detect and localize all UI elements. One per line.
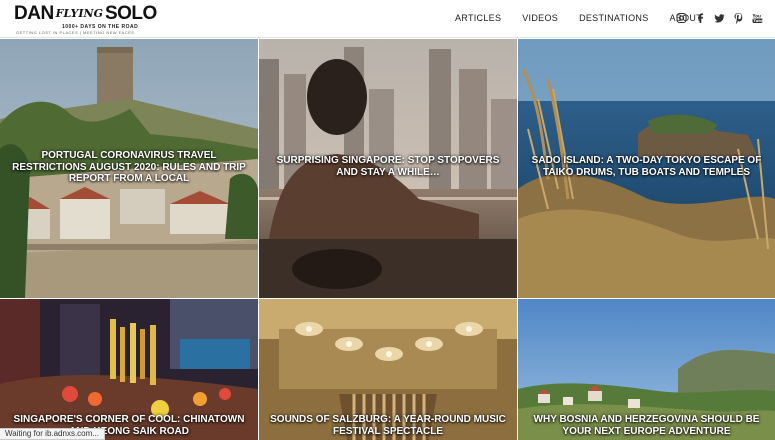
post-tile-salzburg[interactable]: SOUNDS OF SALZBURG: A YEAR-ROUND MUSIC F… (259, 299, 517, 440)
pinterest-icon[interactable] (733, 11, 744, 24)
logo-flying: FLYING (55, 7, 103, 20)
post-tile-sado-island[interactable]: SADO ISLAND: A TWO-DAY TOKYO ESCAPE OF T… (518, 39, 775, 298)
nav-videos[interactable]: VIDEOS (522, 13, 558, 23)
logo-dan: DAN (14, 3, 54, 24)
post-title[interactable]: SURPRISING SINGAPORE: STOP STOPOVERS AND… (267, 155, 509, 178)
browser-status-bar: Waiting for ib.adnxs.com... (0, 428, 105, 440)
logo-tagline-secondary: GETTING LOST IN PLACES | MEETING NEW FAC… (16, 30, 135, 35)
social-links: You Tube (676, 11, 764, 24)
site-logo[interactable]: DAN FLYING SOLO 1000+ DAYS ON THE ROAD GET… (14, 4, 157, 36)
post-title[interactable]: SADO ISLAND: A TWO-DAY TOKYO ESCAPE OF T… (526, 155, 767, 178)
post-title[interactable]: PORTUGAL CORONAVIRUS TRAVEL RESTRICTIONS… (8, 150, 250, 185)
post-title[interactable]: SOUNDS OF SALZBURG: A YEAR-ROUND MUSIC F… (267, 414, 509, 437)
svg-text:Tube: Tube (753, 18, 763, 23)
post-tile-portugal[interactable]: PORTUGAL CORONAVIRUS TRAVEL RESTRICTIONS… (0, 39, 258, 298)
post-grid: PORTUGAL CORONAVIRUS TRAVEL RESTRICTIONS… (0, 39, 775, 440)
nav-articles[interactable]: ARTICLES (455, 13, 501, 23)
logo-wordmark: DAN FLYING SOLO (14, 4, 157, 26)
site-header: DAN FLYING SOLO 1000+ DAYS ON THE ROAD GET… (0, 0, 775, 38)
post-tile-singapore-chinatown[interactable]: SINGAPORE'S CORNER OF COOL: CHINATOWN AN… (0, 299, 258, 440)
youtube-icon[interactable]: You Tube (752, 11, 764, 24)
instagram-icon[interactable] (676, 11, 687, 24)
post-tile-bosnia[interactable]: WHY BOSNIA AND HERZEGOVINA SHOULD BE YOU… (518, 299, 775, 440)
facebook-icon[interactable] (695, 11, 706, 23)
post-tile-singapore-stopover[interactable]: SURPRISING SINGAPORE: STOP STOPOVERS AND… (259, 39, 517, 298)
logo-solo: SOLO (104, 3, 157, 24)
twitter-icon[interactable] (714, 11, 725, 23)
post-title[interactable]: WHY BOSNIA AND HERZEGOVINA SHOULD BE YOU… (526, 414, 767, 437)
nav-destinations[interactable]: DESTINATIONS (579, 13, 648, 23)
